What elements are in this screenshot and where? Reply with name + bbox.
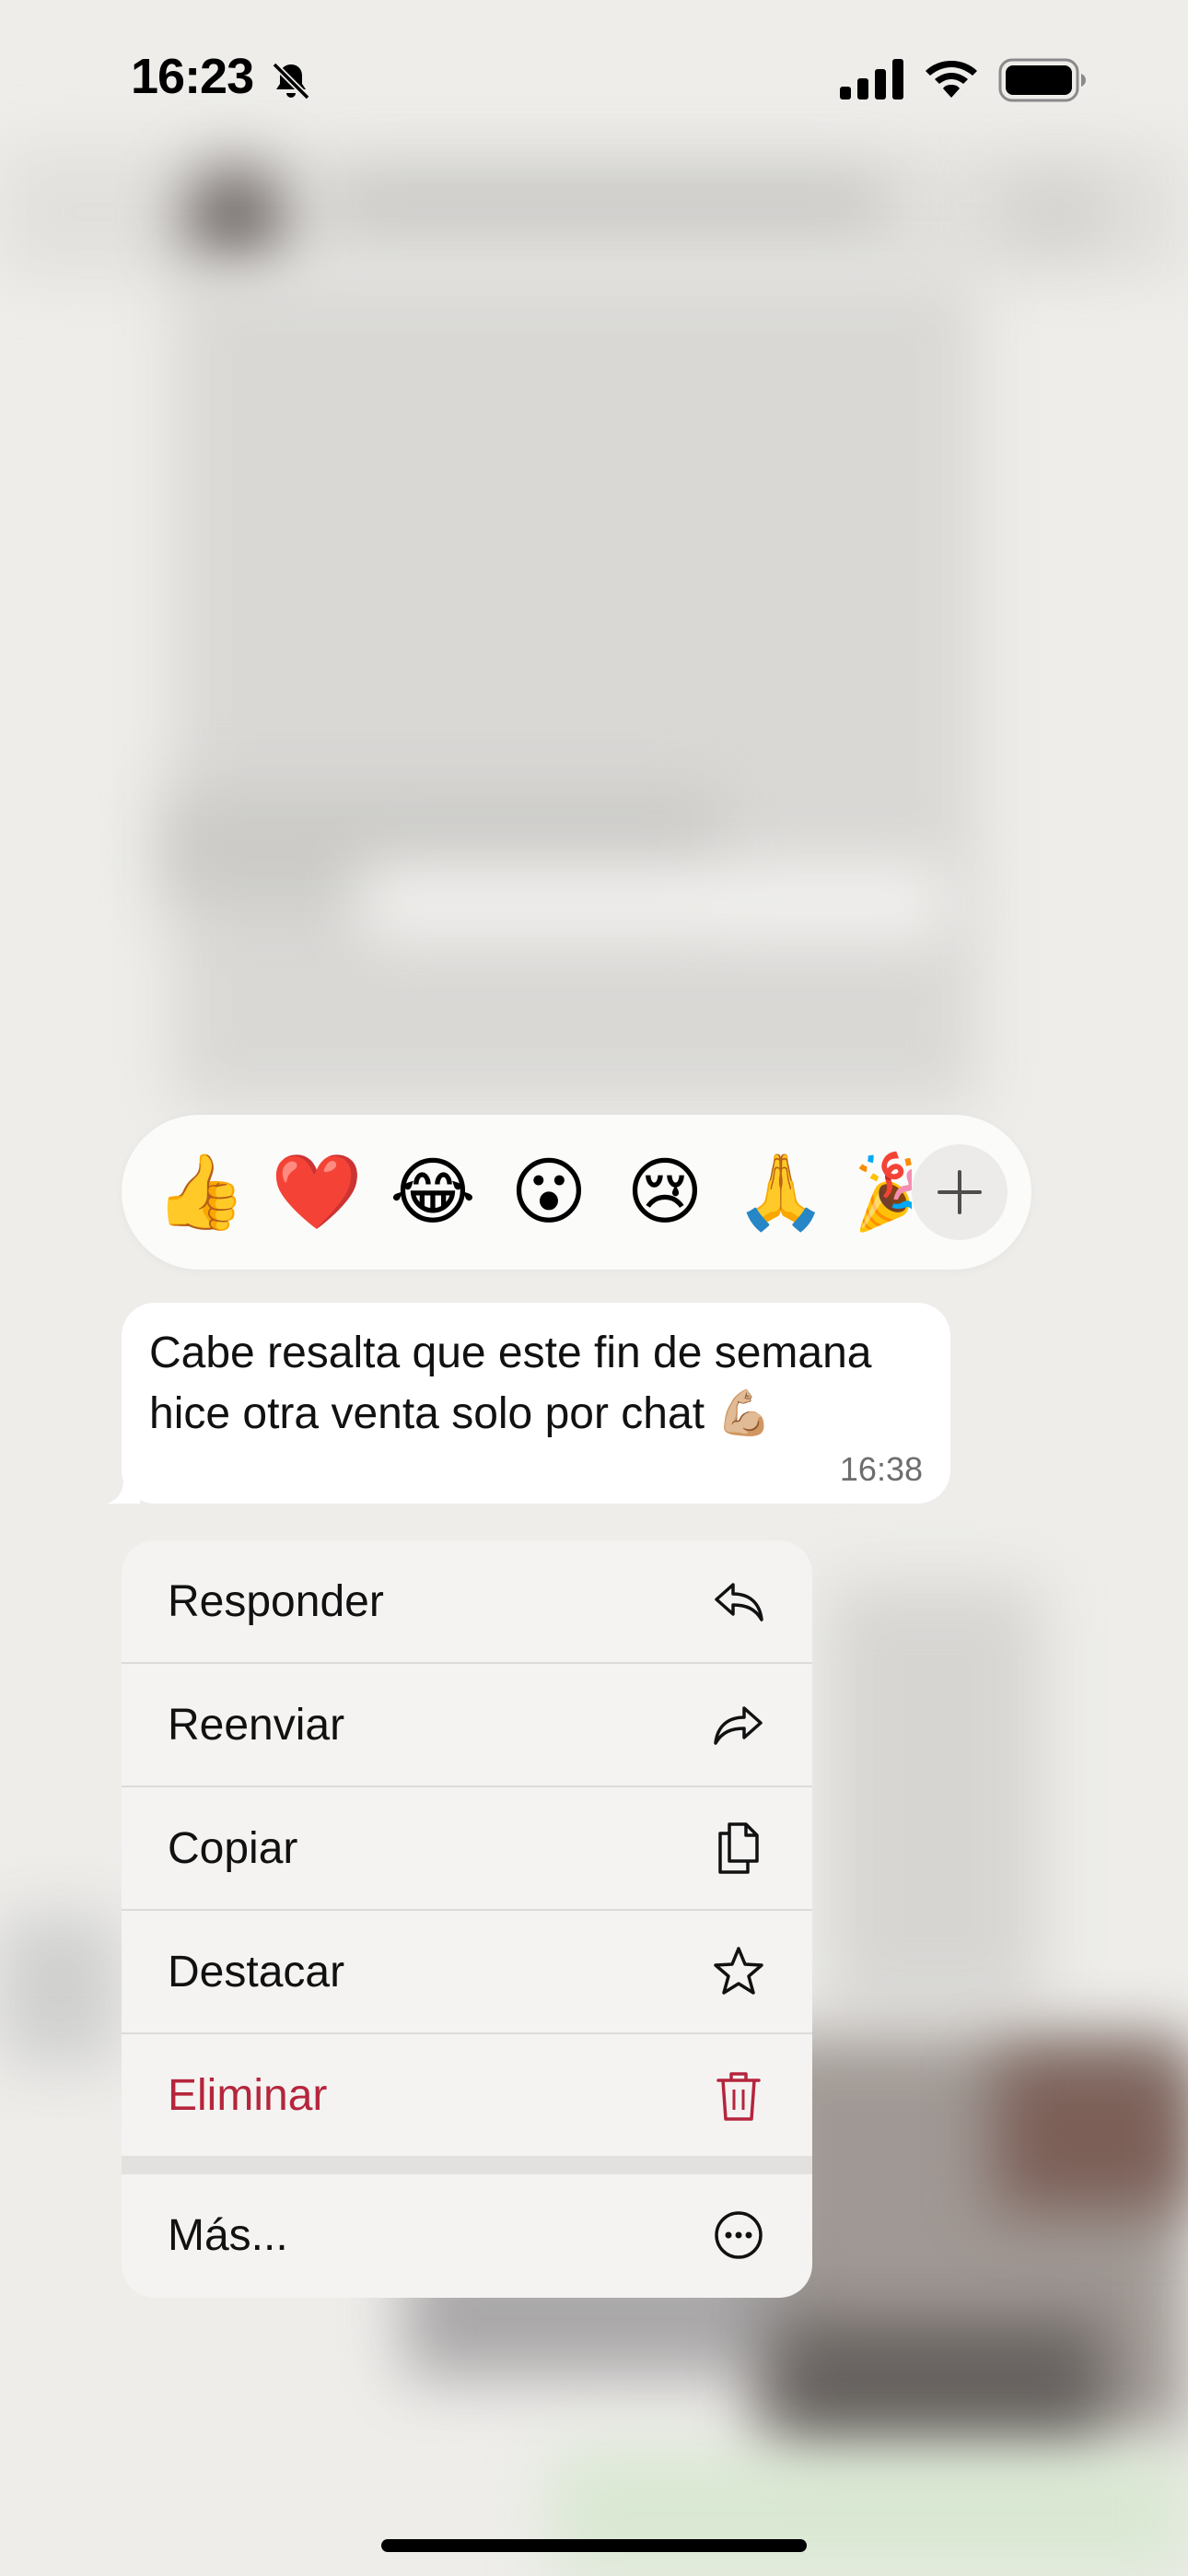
reaction-surprised[interactable]: 😮 (505, 1148, 593, 1236)
copy-icon (711, 1821, 766, 1876)
more-reactions-button[interactable] (912, 1144, 1007, 1240)
reaction-crying[interactable]: 😢 (621, 1148, 709, 1236)
reaction-bar: 👍 ❤️ 😂 😮 😢 🙏 🎉 (122, 1115, 1031, 1270)
wifi-icon (925, 57, 978, 100)
menu-section-separator (122, 2156, 812, 2174)
menu-item-label: Destacar (168, 1947, 345, 1996)
status-time: 16:23 (131, 49, 254, 104)
menu-item-eliminar[interactable]: Eliminar (122, 2034, 812, 2156)
menu-item-mas[interactable]: Más... (122, 2174, 812, 2296)
message-timestamp: 16:38 (839, 1450, 923, 1488)
reaction-thumbs-up[interactable]: 👍 (155, 1148, 247, 1236)
signal-icon (840, 59, 904, 100)
reply-icon (711, 1574, 766, 1629)
message-text: Cabe resalta que este fin de semana hice… (149, 1329, 872, 1438)
reaction-red-heart[interactable]: ❤️ (271, 1148, 363, 1236)
menu-item-reenviar[interactable]: Reenviar (122, 1664, 812, 1786)
menu-item-copiar[interactable]: Copiar (122, 1787, 812, 1909)
home-indicator[interactable] (381, 2539, 807, 2552)
bell-slash-icon (269, 59, 313, 103)
menu-item-responder[interactable]: Responder (122, 1540, 812, 1662)
status-bar: 16:23 (0, 0, 1188, 157)
reaction-party-popper[interactable]: 🎉 (853, 1148, 912, 1236)
menu-item-label: Copiar (168, 1823, 298, 1873)
reaction-folded-hands[interactable]: 🙏 (735, 1148, 827, 1236)
more-circle-icon (711, 2207, 766, 2263)
star-icon (711, 1944, 766, 1999)
plus-icon (938, 1170, 982, 1214)
message-bubble[interactable]: Cabe resalta que este fin de semana hice… (122, 1303, 950, 1504)
reaction-tears-of-joy[interactable]: 😂 (389, 1148, 477, 1236)
menu-item-label: Responder (168, 1576, 384, 1626)
menu-item-label: Eliminar (168, 2070, 328, 2120)
menu-item-label: Reenviar (168, 1700, 345, 1750)
trash-icon (711, 2067, 766, 2123)
forward-icon (711, 1697, 766, 1752)
menu-item-label: Más... (168, 2210, 288, 2260)
context-menu: Responder Reenviar Copiar Destacar Elimi… (122, 1540, 812, 2298)
menu-item-destacar[interactable]: Destacar (122, 1911, 812, 2032)
battery-icon (998, 57, 1087, 103)
